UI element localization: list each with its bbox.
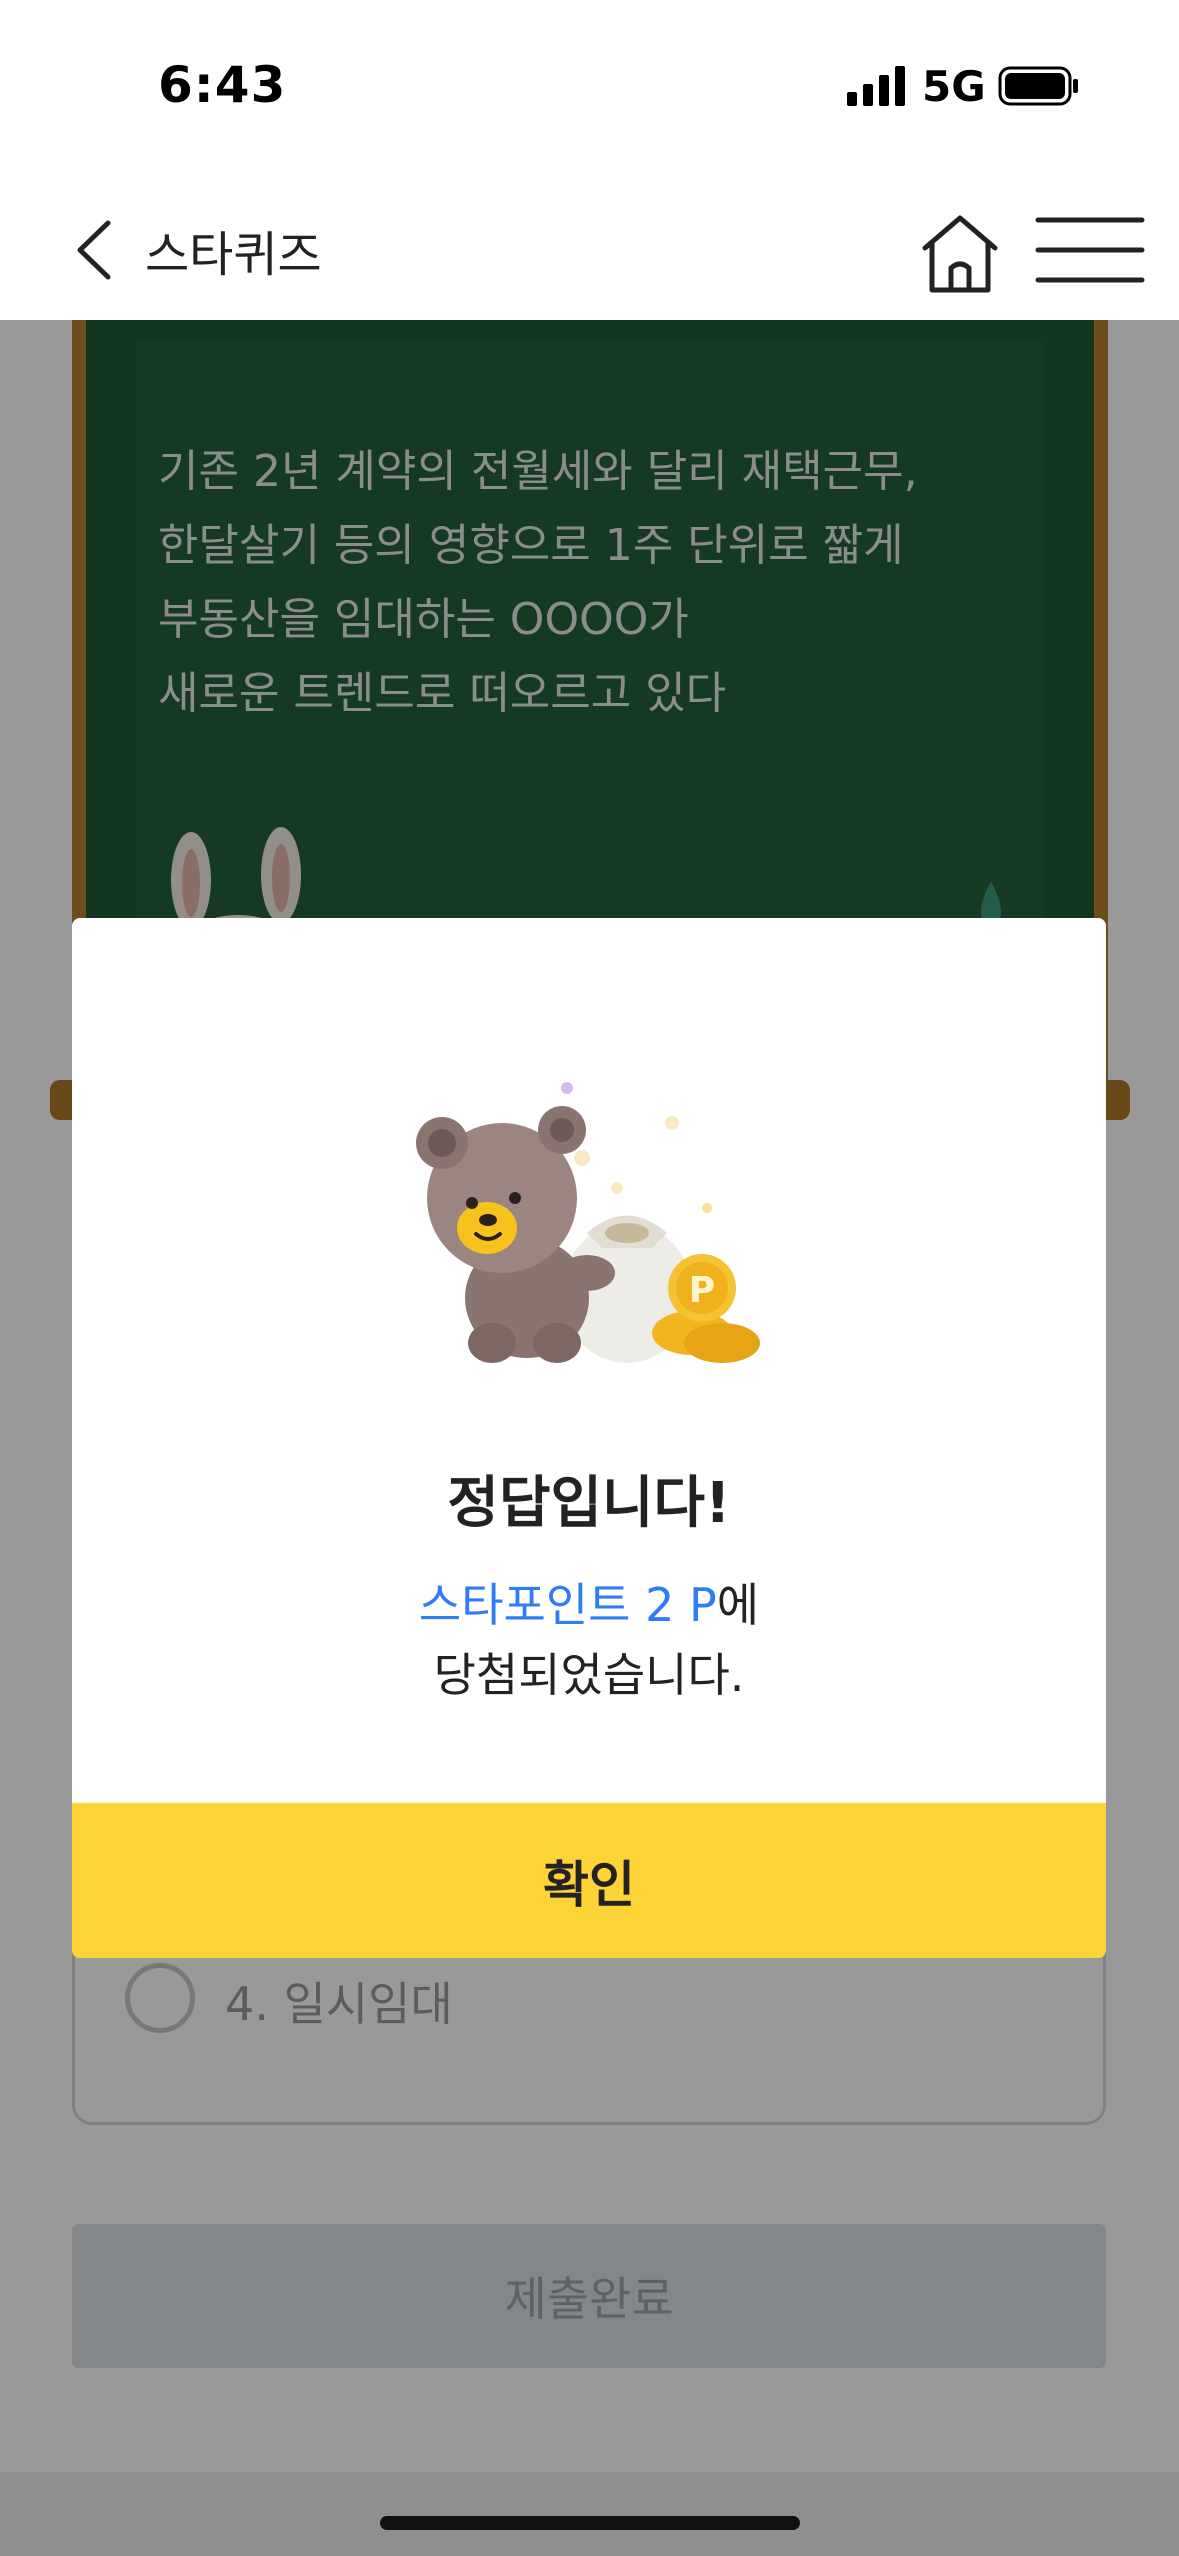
reward-message-line2: 당첨되었습니다. [433, 1648, 745, 1702]
home-icon[interactable] [900, 210, 1020, 300]
nav-bar: 스타퀴즈 [0, 175, 1179, 320]
result-title: 정답입니다! [447, 1471, 731, 1536]
coin-letter: P [689, 1270, 715, 1311]
home-indicator[interactable] [380, 2516, 800, 2530]
bear-money-bag-illustration: P [416, 1082, 760, 1363]
back-arrow-icon[interactable] [70, 215, 120, 285]
confirm-button[interactable]: 확인 [72, 1803, 1106, 1958]
network-type: 5G [922, 62, 986, 111]
battery-icon [998, 66, 1078, 106]
status-time: 6:43 [158, 56, 287, 114]
result-modal: P 정답입니다! 스타포인트 2 P에 당첨되었습니다. 확인 [72, 918, 1106, 1958]
reward-amount: 스타포인트 2 P [418, 1578, 717, 1632]
reward-suffix: 에 [716, 1578, 760, 1632]
hamburger-menu-icon[interactable] [1035, 215, 1145, 285]
page-title: 스타퀴즈 [145, 227, 322, 283]
bottom-safe-area [0, 2472, 1179, 2556]
cellular-signal-icon [847, 66, 905, 106]
result-message: 스타포인트 2 P에 당첨되었습니다. [72, 1570, 1106, 1710]
status-bar: 6:43 5G [0, 0, 1179, 175]
